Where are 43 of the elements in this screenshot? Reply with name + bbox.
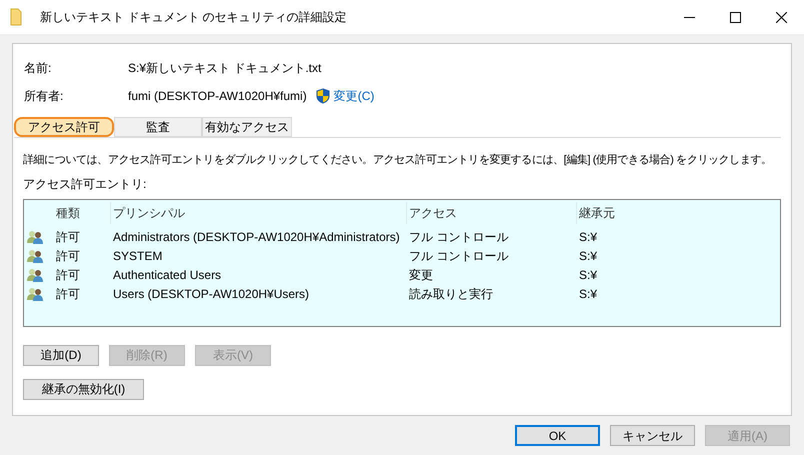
users-icon — [27, 268, 43, 282]
column-header[interactable]: プリンシパル — [111, 202, 407, 224]
table-cell-text: S:¥ — [578, 248, 598, 265]
table-cell-text: Authenticated Users — [112, 267, 222, 284]
button[interactable]: キャンセル — [610, 425, 695, 446]
tab[interactable]: 監査 — [114, 117, 202, 137]
column-header[interactable]: 継承元 — [577, 202, 780, 224]
table-cell-text: フル コントロール — [408, 248, 510, 265]
shield-icon — [316, 88, 330, 104]
button[interactable]: 追加(D) — [23, 344, 99, 366]
change-owner-link[interactable]: 変更(C) — [334, 87, 374, 105]
minimize-icon[interactable] — [684, 16, 694, 18]
table-cell-text: Administrators (DESKTOP-AW1020H¥Administrators) — [112, 229, 401, 246]
table-cell-text: 許可 — [55, 248, 81, 265]
table-cell-text: S:¥ — [578, 267, 598, 284]
column-header[interactable]: アクセス — [407, 202, 577, 224]
window-title: 新しいテキスト ドキュメント のセキュリティの詳細設定 — [40, 9, 348, 26]
field-value: S:¥新しいテキスト ドキュメント.txt — [128, 60, 322, 77]
table-cell-text: 変更 — [408, 267, 434, 284]
table-cell-text: S:¥ — [578, 229, 598, 246]
table-cell-text: Users (DESKTOP-AW1020H¥Users) — [112, 286, 310, 303]
close-icon[interactable] — [776, 12, 786, 22]
table-cell-text: 許可 — [55, 286, 81, 303]
tab[interactable]: アクセス許可 — [14, 117, 114, 137]
table-cell-text: 許可 — [55, 267, 81, 284]
maximize-icon[interactable] — [730, 12, 740, 22]
column-header[interactable]: 種類 — [54, 202, 111, 224]
users-icon — [27, 230, 43, 244]
tab[interactable]: 有効なアクセス — [202, 117, 292, 137]
field-value: fumi (DESKTOP-AW1020H¥fumi) — [128, 88, 307, 105]
field-label: 名前: — [23, 60, 52, 77]
button[interactable]: OK — [515, 425, 600, 446]
table-cell-text: フル コントロール — [408, 229, 510, 246]
users-icon — [27, 249, 43, 263]
users-icon — [27, 287, 43, 301]
field-label: 所有者: — [23, 88, 64, 105]
table-cell-text: SYSTEM — [112, 248, 164, 265]
table-cell-text: S:¥ — [578, 286, 598, 303]
table-cell-text: 許可 — [55, 229, 81, 246]
button[interactable]: 継承の無効化(I) — [23, 378, 144, 400]
list-label: アクセス許可エントリ: — [23, 176, 148, 192]
description-text: 詳細については、アクセス許可エントリをダブルクリックしてください。アクセス許可エントリを変更するには、[編集] (使用できる場合) をクリックします。 — [23, 152, 772, 168]
table-cell-text: 読み取りと実行 — [408, 286, 494, 303]
